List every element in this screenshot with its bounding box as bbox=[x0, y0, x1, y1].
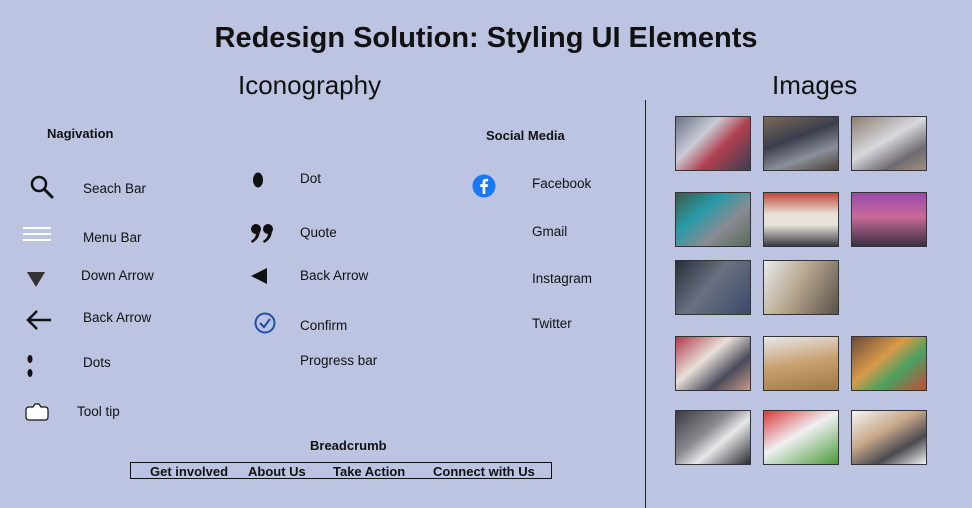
image-volunteer-helping bbox=[763, 260, 839, 315]
instagram-label: Instagram bbox=[532, 271, 593, 286]
check-circle-icon[interactable] bbox=[253, 311, 277, 335]
dots-icon[interactable] bbox=[24, 353, 36, 379]
image-team-photo bbox=[851, 192, 927, 247]
iconography-heading: Iconography bbox=[238, 70, 382, 100]
tooltip-icon[interactable] bbox=[24, 402, 50, 422]
down-arrow-icon[interactable] bbox=[24, 269, 48, 289]
breadcrumb-item-take-action[interactable]: Take Action bbox=[333, 464, 405, 479]
facebook-icon[interactable] bbox=[471, 173, 497, 199]
facebook-label: Facebook bbox=[532, 176, 592, 191]
quote-icon bbox=[248, 221, 276, 245]
images-heading: Images bbox=[772, 70, 858, 100]
navigation-heading: Nagivation bbox=[47, 126, 114, 141]
image-donation-sorting bbox=[851, 116, 927, 171]
image-food-items bbox=[851, 336, 927, 391]
progress-bar-label: Progress bar bbox=[300, 353, 378, 368]
gmail-label: Gmail bbox=[532, 224, 568, 239]
tooltip-label: Tool tip bbox=[77, 404, 120, 419]
dots-label: Dots bbox=[83, 355, 111, 370]
image-volunteers-event bbox=[675, 116, 751, 171]
menu-bar-label: Menu Bar bbox=[83, 230, 142, 245]
down-arrow-label: Down Arrow bbox=[81, 268, 154, 283]
back-arrow-icon[interactable] bbox=[24, 308, 54, 332]
triangle-left-icon[interactable] bbox=[248, 265, 270, 287]
section-divider bbox=[645, 100, 646, 508]
image-donation-boxes bbox=[763, 336, 839, 391]
twitter-label: Twitter bbox=[532, 316, 572, 331]
search-icon[interactable] bbox=[28, 173, 56, 201]
image-clothing-pile bbox=[675, 410, 751, 465]
breadcrumb-item-get-involved[interactable]: Get involved bbox=[150, 464, 228, 479]
image-shoes-donation bbox=[675, 336, 751, 391]
breadcrumb-heading: Breadcrumb bbox=[310, 438, 387, 453]
image-supplies bbox=[851, 410, 927, 465]
image-winter-coats bbox=[675, 260, 751, 315]
back-arrow-label: Back Arrow bbox=[83, 310, 152, 325]
breadcrumb-item-about-us[interactable]: About Us bbox=[248, 464, 306, 479]
image-outdoor-distribution bbox=[675, 192, 751, 247]
image-group-gathering bbox=[763, 116, 839, 171]
image-toiletries bbox=[763, 410, 839, 465]
image-banner-group bbox=[763, 192, 839, 247]
menu-icon[interactable] bbox=[22, 226, 52, 242]
dot-icon bbox=[251, 170, 265, 190]
quote-label: Quote bbox=[300, 225, 337, 240]
triangle-back-arrow-label: Back Arrow bbox=[300, 268, 369, 283]
search-bar-label: Seach Bar bbox=[83, 181, 147, 196]
breadcrumb-item-connect-with-us[interactable]: Connect with Us bbox=[433, 464, 535, 479]
dot-label: Dot bbox=[300, 171, 322, 186]
page-title: Redesign Solution: Styling UI Elements bbox=[214, 22, 758, 54]
confirm-label: Confirm bbox=[300, 318, 348, 333]
social-media-heading: Social Media bbox=[486, 128, 565, 143]
